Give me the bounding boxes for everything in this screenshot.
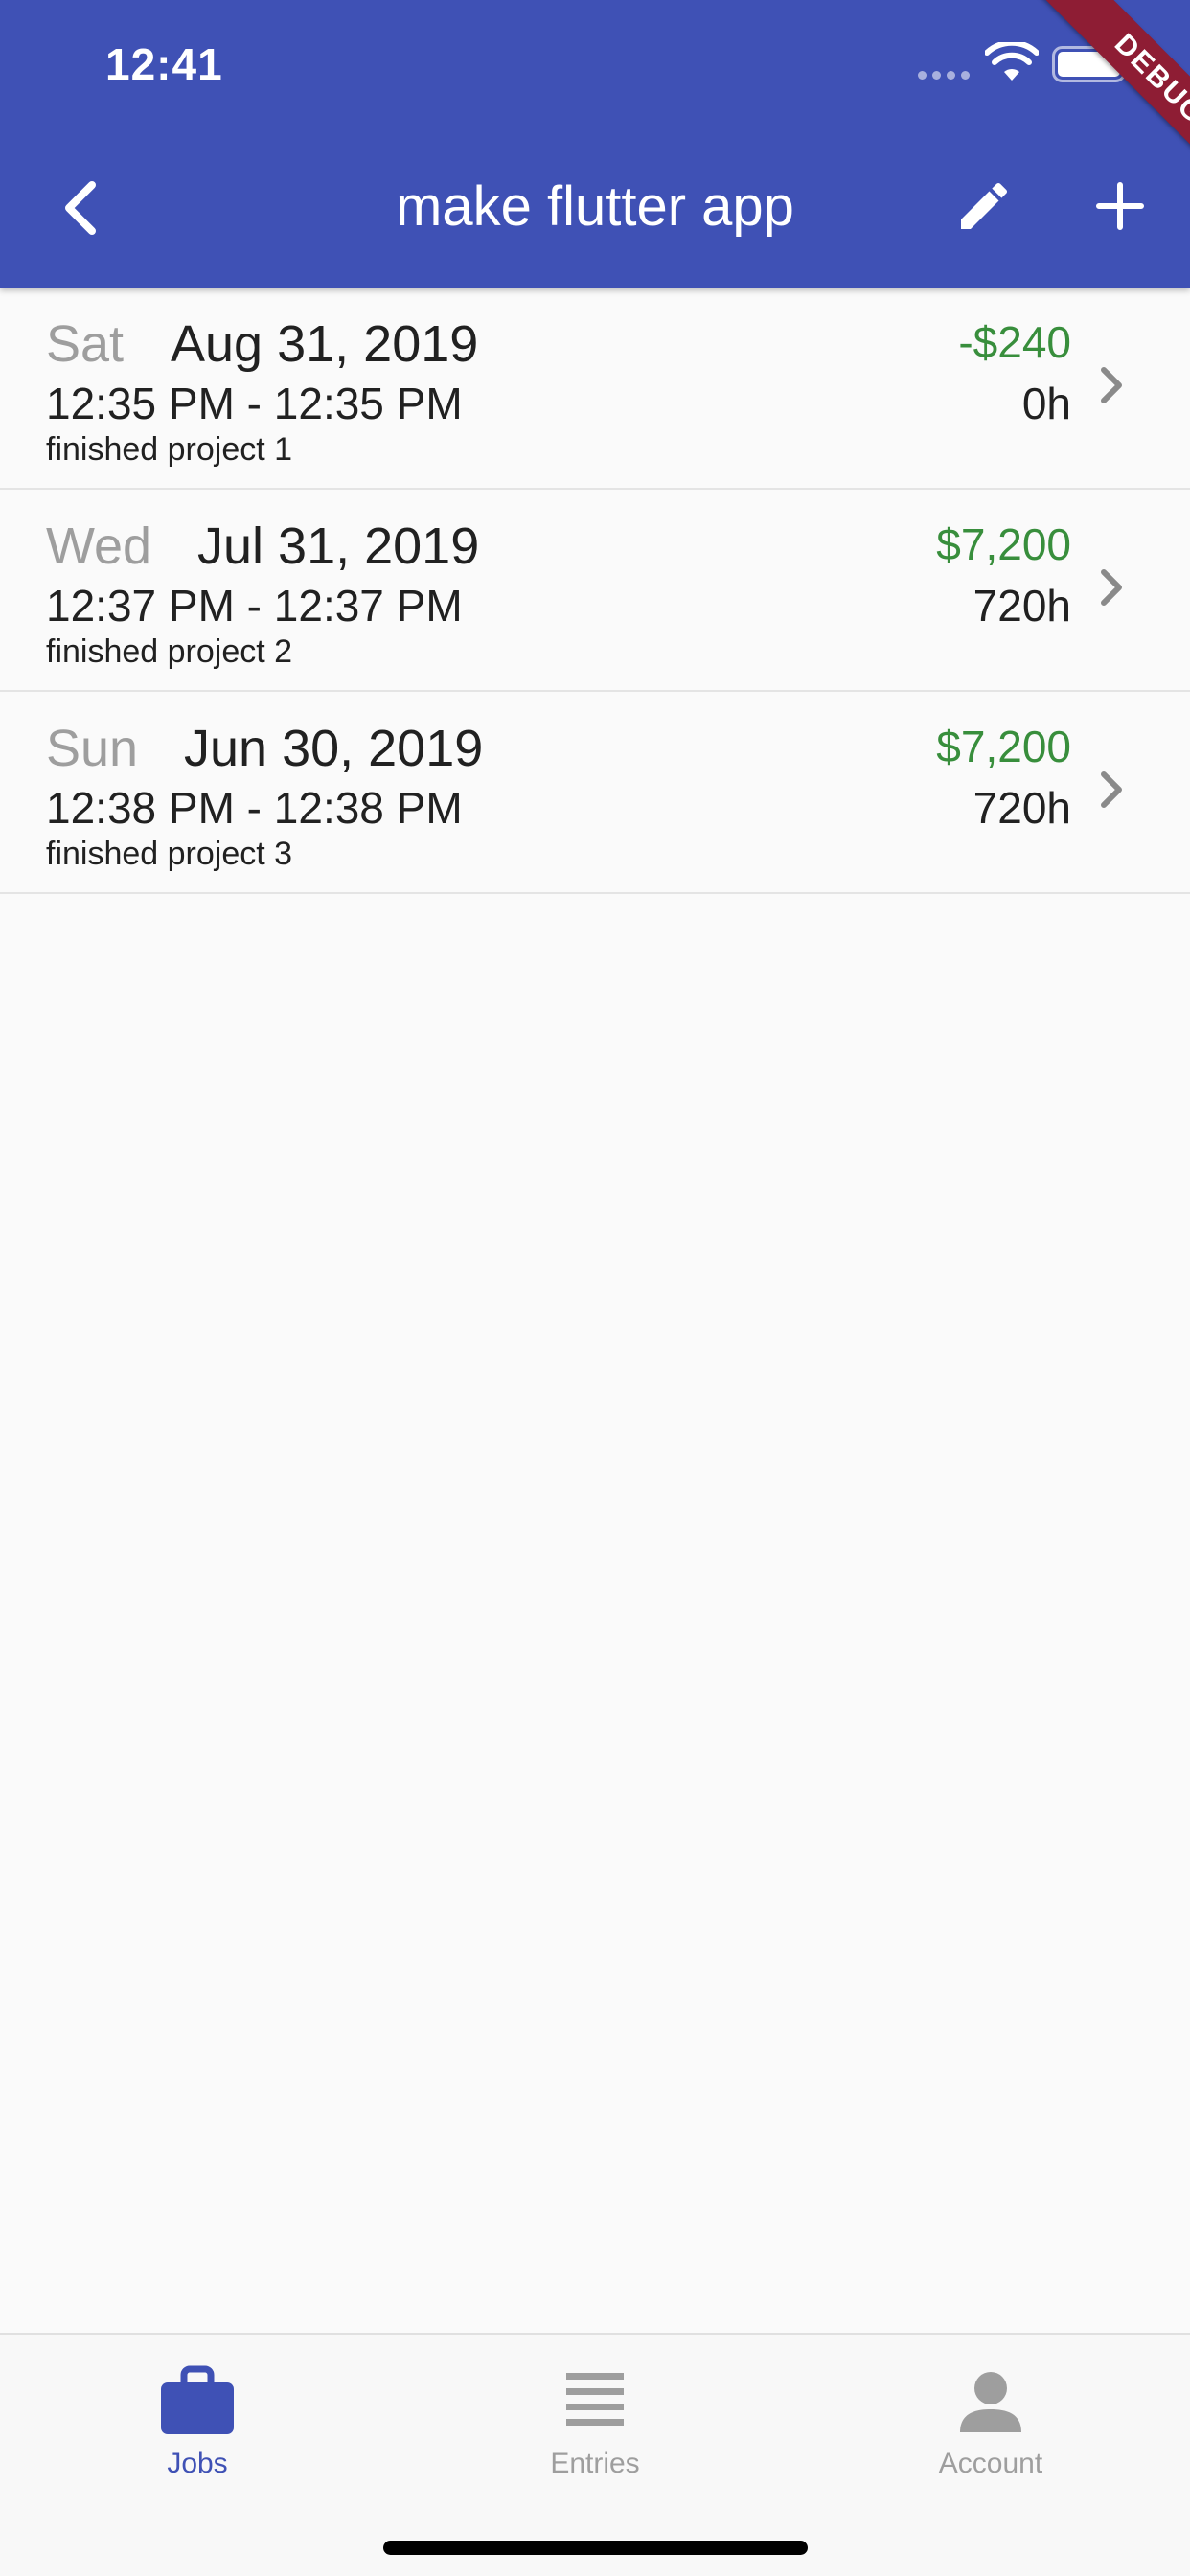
entry-row[interactable]: Wed Jul 31, 2019 12:37 PM - 12:37 PM fin… xyxy=(0,490,1190,692)
entry-date: Jun 30, 2019 xyxy=(184,720,484,777)
home-indicator xyxy=(383,2541,808,2555)
entry-description: finished project 3 xyxy=(46,836,293,872)
tab-label: Entries xyxy=(550,2448,640,2479)
chevron-right-icon xyxy=(1101,367,1122,403)
entry-weekday: Sun xyxy=(46,720,139,777)
status-time: 12:41 xyxy=(105,39,223,89)
tab-account[interactable]: Account xyxy=(847,2334,1134,2488)
tab-label: Jobs xyxy=(167,2448,228,2479)
entry-pay: -$240 xyxy=(958,317,1071,367)
entry-pay: $7,200 xyxy=(936,519,1071,569)
wifi-icon xyxy=(985,42,1039,80)
entry-pay: $7,200 xyxy=(936,722,1071,771)
entry-time-range: 12:35 PM - 12:35 PM xyxy=(46,379,463,428)
add-button[interactable] xyxy=(1077,163,1163,249)
entry-description: finished project 1 xyxy=(46,431,293,468)
chevron-left-icon xyxy=(65,181,96,235)
tab-label: Account xyxy=(938,2448,1043,2479)
entry-duration: 720h xyxy=(973,581,1071,631)
cellular-signal-icon xyxy=(918,71,970,80)
list-icon xyxy=(566,2373,624,2426)
back-button[interactable] xyxy=(38,165,125,251)
entry-row[interactable]: Sat Aug 31, 2019 12:35 PM - 12:35 PM fin… xyxy=(0,288,1190,490)
bottom-navigation: Jobs Entries Account xyxy=(0,2333,1190,2576)
chevron-right-icon xyxy=(1101,771,1122,808)
entry-row[interactable]: Sun Jun 30, 2019 12:38 PM - 12:38 PM fin… xyxy=(0,692,1190,894)
tab-entries[interactable]: Entries xyxy=(451,2334,739,2488)
person-icon xyxy=(960,2372,1021,2432)
entry-date: Jul 31, 2019 xyxy=(197,518,480,575)
entry-description: finished project 2 xyxy=(46,633,293,670)
plus-icon xyxy=(1096,182,1144,230)
edit-button[interactable] xyxy=(941,163,1027,249)
app-bar: 12:41 DEBUG make flutter app xyxy=(0,0,1190,288)
entry-weekday: Sat xyxy=(46,315,125,373)
pencil-icon xyxy=(961,182,1008,229)
tab-jobs[interactable]: Jobs xyxy=(54,2334,341,2488)
entries-list: Sat Aug 31, 2019 12:35 PM - 12:35 PM fin… xyxy=(0,288,1190,894)
briefcase-icon xyxy=(161,2365,234,2434)
entry-duration: 720h xyxy=(973,783,1071,833)
entry-time-range: 12:37 PM - 12:37 PM xyxy=(46,581,463,631)
entry-duration: 0h xyxy=(1021,379,1071,428)
entry-weekday: Wed xyxy=(46,518,152,575)
entry-time-range: 12:38 PM - 12:38 PM xyxy=(46,783,463,833)
entry-date: Aug 31, 2019 xyxy=(171,315,479,373)
chevron-right-icon xyxy=(1101,569,1122,606)
